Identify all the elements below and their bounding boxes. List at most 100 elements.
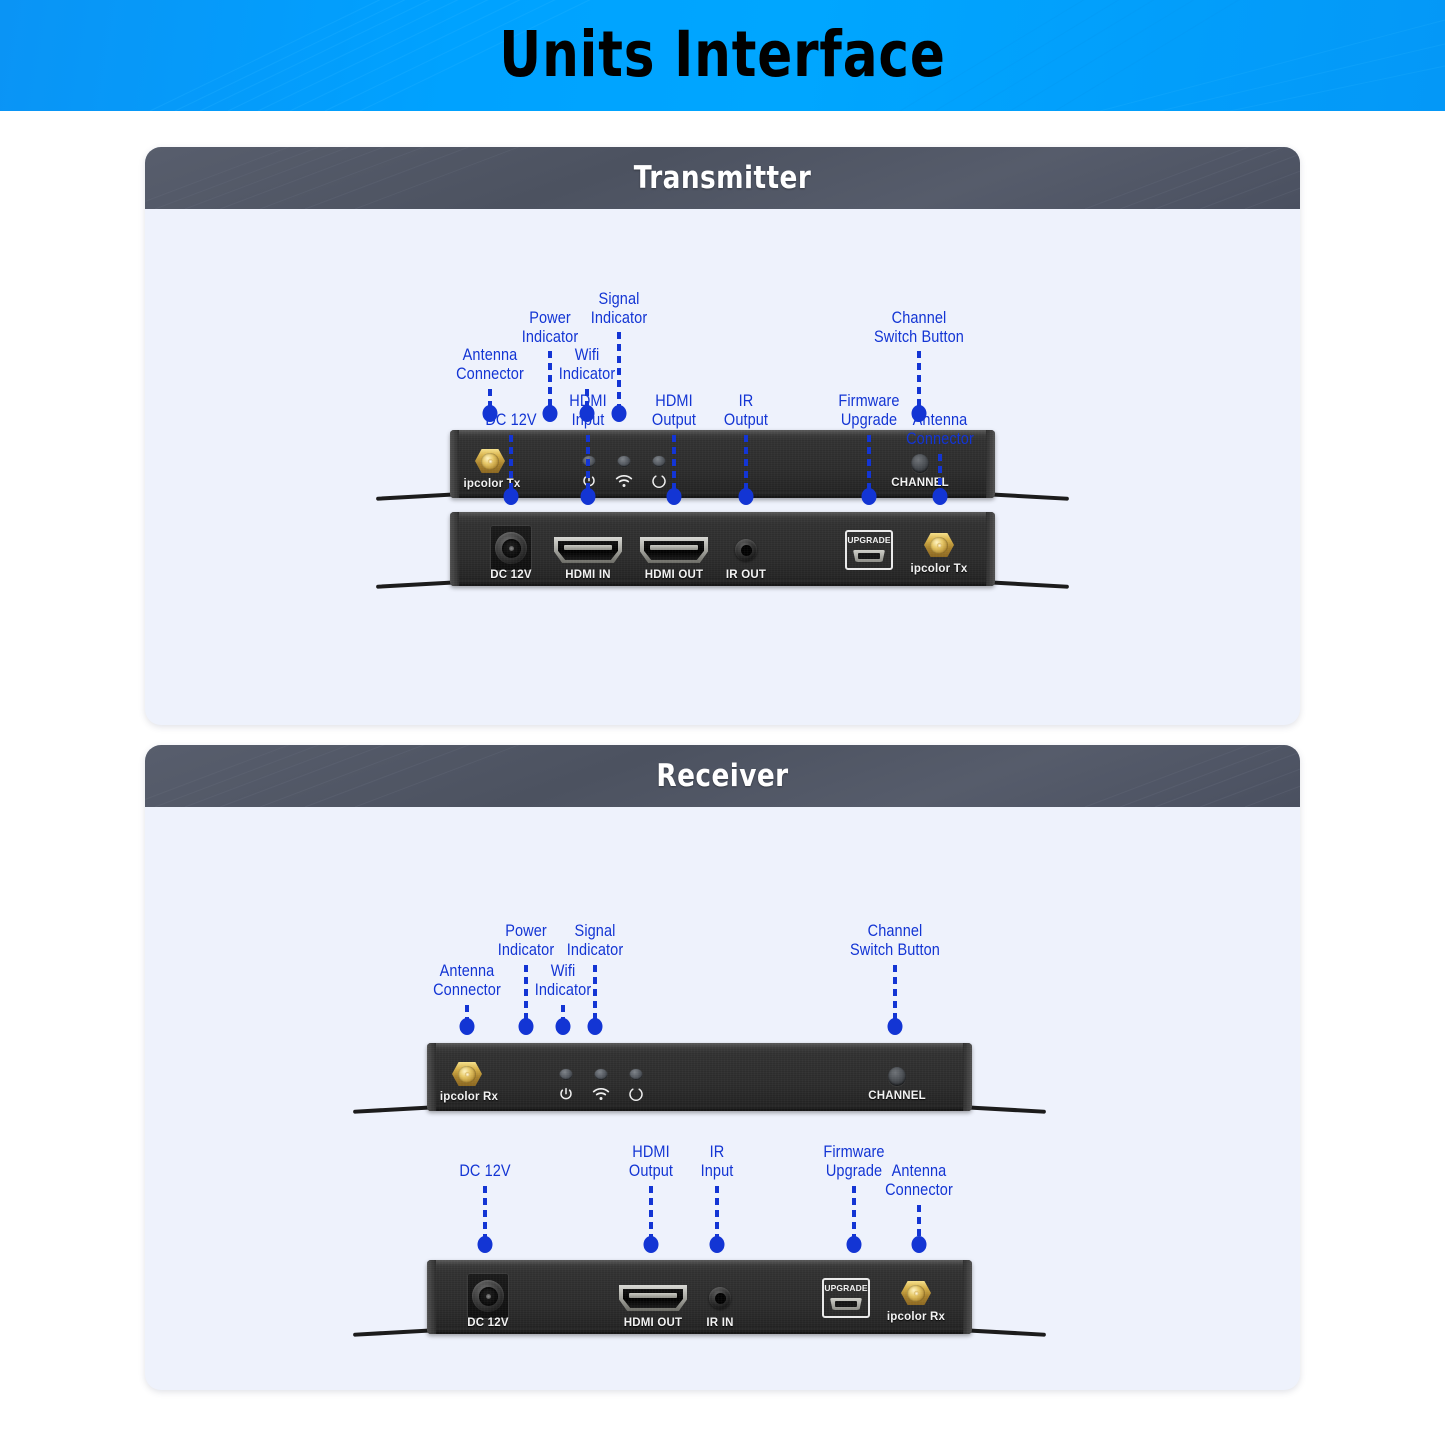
leader-ir-input-rear-rx <box>715 1186 719 1238</box>
callout-dc12v-rear-rx: DC 12V <box>459 1162 511 1180</box>
hdmi-in-port-label-tx: HDMI IN <box>565 569 611 581</box>
receiver-title: Receiver <box>656 758 789 794</box>
receiver-body: Antenna Connector Power Indicator Wifi I… <box>145 807 1300 1390</box>
brand-label-tx-rear: ipcolor Tx <box>910 563 968 575</box>
dot-ir-input-rear-rx <box>709 1236 725 1253</box>
ir-out-jack-tx[interactable] <box>735 539 757 561</box>
hdmi-in-port-tx[interactable] <box>554 537 622 563</box>
signal-icon-rx <box>629 1088 643 1102</box>
transmitter-rear-panel: DC 12V HDMI IN HDMI OUT IR OUT UPGRADE i… <box>376 512 1069 589</box>
wifi-led-tx <box>617 456 631 467</box>
leader-antenna-connector-rear-rx <box>917 1205 921 1238</box>
leader-dc12v-rear-tx <box>509 435 513 490</box>
antenna-wire-right-rx-rear <box>959 1328 1046 1337</box>
dot-dc12v-rear-rx <box>477 1236 493 1253</box>
callout-channel-switch-front-rx: Channel Switch Button <box>850 922 940 959</box>
hdmi-out-port-rx[interactable] <box>619 1285 687 1311</box>
page-banner: Units Interface <box>0 0 1445 111</box>
dot-antenna-connector-rear-rx <box>911 1236 927 1253</box>
brand-label-rx-front: ipcolor Rx <box>439 1091 499 1103</box>
antenna-wire-right-tx-front <box>982 492 1069 501</box>
ir-in-jack-rx[interactable] <box>709 1287 731 1309</box>
callout-ir-input-rear-rx: IR Input <box>700 1143 734 1180</box>
dot-firmware-upgrade-rear-rx <box>846 1236 862 1253</box>
callout-hdmi-input-rear-tx: HDMI Input <box>569 392 607 429</box>
ir-in-port-label-rx: IR IN <box>706 1317 734 1329</box>
wifi-led-rx <box>594 1069 608 1080</box>
leader-hdmi-output-rear-rx <box>649 1186 653 1238</box>
dot-ir-output-rear-tx <box>738 488 754 505</box>
callout-channel-switch-front-tx: Channel Switch Button <box>874 309 964 346</box>
channel-switch-button-rx[interactable] <box>888 1067 906 1086</box>
firmware-upgrade-port-rx[interactable]: UPGRADE <box>822 1278 870 1318</box>
wifi-icon-rx <box>592 1088 610 1100</box>
receiver-card-header: Receiver <box>145 745 1300 807</box>
sma-antenna-connector-tx-front[interactable] <box>475 446 505 476</box>
dot-hdmi-output-rear-tx <box>666 488 682 505</box>
channel-label-rx: CHANNEL <box>868 1090 926 1102</box>
wifi-icon-tx <box>615 475 633 487</box>
transmitter-rear-chassis: DC 12V HDMI IN HDMI OUT IR OUT UPGRADE i… <box>450 512 995 586</box>
dot-hdmi-input-rear-tx <box>580 488 596 505</box>
callout-hdmi-output-rear-tx: HDMI Output <box>651 392 697 429</box>
leader-channel-switch-front-rx <box>893 965 897 1020</box>
sma-antenna-connector-rx-rear[interactable] <box>901 1278 931 1308</box>
sma-antenna-connector-tx-rear[interactable] <box>924 530 954 560</box>
signal-led-tx <box>652 456 666 467</box>
brand-label-rx-rear: ipcolor Rx <box>886 1311 946 1323</box>
dot-power-indicator-front-rx <box>518 1018 534 1035</box>
dot-dc12v-rear-tx <box>503 488 519 505</box>
channel-switch-button-tx[interactable] <box>911 454 929 473</box>
callout-dc12v-rear-tx: DC 12V <box>485 411 537 429</box>
transmitter-card: Transmitter Antenna Connector Power Indi… <box>145 147 1300 725</box>
signal-led-rx <box>629 1069 643 1080</box>
sma-antenna-connector-rx-front[interactable] <box>452 1059 482 1089</box>
receiver-rear-chassis: DC 12V HDMI OUT IR IN UPGRADE ipcolor Rx <box>427 1260 972 1334</box>
ir-out-port-label-tx: IR OUT <box>725 569 767 581</box>
dot-hdmi-output-rear-rx <box>643 1236 659 1253</box>
dc-power-jack-rx[interactable] <box>467 1273 509 1319</box>
callout-ir-output-rear-tx: IR Output <box>723 392 769 429</box>
receiver-card: Receiver Antenna Connector Power Indicat… <box>145 745 1300 1390</box>
power-icon-rx <box>560 1087 572 1100</box>
leader-ir-output-rear-tx <box>744 435 748 490</box>
leader-firmware-upgrade-rear-tx <box>867 435 871 490</box>
hdmi-out-port-label-tx: HDMI OUT <box>644 569 704 581</box>
dot-antenna-connector-front-rx <box>459 1018 475 1035</box>
transmitter-card-header: Transmitter <box>145 147 1300 209</box>
antenna-wire-right-tx-rear <box>982 580 1069 589</box>
dot-wifi-indicator-front-rx <box>555 1018 571 1035</box>
signal-icon-tx <box>652 475 666 489</box>
receiver-front-chassis: ipcolor Rx CHANNEL <box>427 1043 972 1111</box>
callout-antenna-connector-rear-rx: Antenna Connector <box>885 1162 953 1199</box>
callout-signal-indicator-front-tx: Signal Indicator <box>590 290 648 327</box>
dot-channel-switch-front-rx <box>887 1018 903 1035</box>
upgrade-label-tx: UPGRADE <box>847 535 891 545</box>
power-led-rx <box>559 1069 573 1080</box>
dot-signal-indicator-front-rx <box>587 1018 603 1035</box>
callout-antenna-connector-front-rx: Antenna Connector <box>433 962 501 999</box>
leader-hdmi-output-rear-tx <box>672 435 676 490</box>
dot-firmware-upgrade-rear-tx <box>861 488 877 505</box>
leader-antenna-connector-rear-tx <box>938 454 942 490</box>
callout-antenna-connector-front-tx: Antenna Connector <box>456 346 524 383</box>
leader-dc12v-rear-rx <box>483 1186 487 1238</box>
dot-antenna-connector-rear-tx <box>932 488 948 505</box>
leader-signal-indicator-front-rx <box>593 965 597 1020</box>
leader-hdmi-input-rear-tx <box>586 435 590 490</box>
receiver-front-panel: ipcolor Rx CHANNEL <box>353 1043 1046 1114</box>
transmitter-body: Antenna Connector Power Indicator Wifi I… <box>145 209 1300 725</box>
callout-signal-indicator-front-rx: Signal Indicator <box>566 922 624 959</box>
dc12v-port-label-tx: DC 12V <box>490 569 532 581</box>
transmitter-title: Transmitter <box>633 160 812 196</box>
receiver-rear-panel: DC 12V HDMI OUT IR IN UPGRADE ipcolor Rx <box>353 1260 1046 1337</box>
leader-firmware-upgrade-rear-rx <box>852 1186 856 1238</box>
hdmi-out-port-label-rx: HDMI OUT <box>623 1317 683 1329</box>
antenna-wire-right-rx-front <box>959 1105 1046 1114</box>
callout-antenna-connector-rear-tx: Antenna Connector <box>906 411 974 448</box>
hdmi-out-port-tx[interactable] <box>640 537 708 563</box>
page-title: Units Interface <box>499 18 946 91</box>
dc-power-jack-tx[interactable] <box>490 525 532 571</box>
upgrade-label-rx: UPGRADE <box>824 1283 868 1293</box>
firmware-upgrade-port-tx[interactable]: UPGRADE <box>845 530 893 570</box>
